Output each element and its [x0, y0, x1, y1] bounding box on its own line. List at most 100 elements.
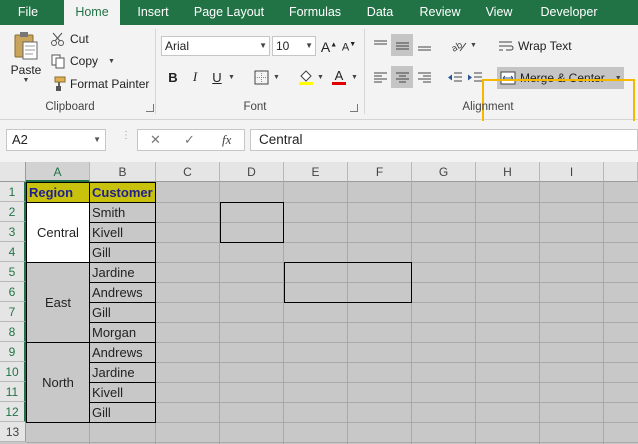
cell-a1[interactable]: Region	[26, 182, 90, 203]
bordered-range-d2-d3[interactable]	[220, 202, 284, 243]
copy-button[interactable]: Copy ▼	[50, 51, 115, 71]
formula-buttons: ✕ ✓ fx	[137, 129, 245, 151]
row-header-8[interactable]: 8	[0, 322, 26, 342]
font-color-button[interactable]: A	[328, 66, 350, 88]
copy-icon	[51, 54, 65, 69]
wrap-text-icon	[499, 41, 514, 51]
column-header-f[interactable]: F	[348, 162, 412, 182]
underline-dropdown-icon[interactable]: ▼	[228, 74, 235, 81]
fill-color-button[interactable]	[295, 66, 317, 88]
row-header-12[interactable]: 12	[0, 402, 26, 422]
cell-b9[interactable]: Andrews	[89, 342, 156, 363]
row-header-5[interactable]: 5	[0, 262, 26, 282]
chevron-down-icon: ▼	[305, 41, 313, 50]
wrap-text-button[interactable]: Wrap Text	[498, 36, 572, 56]
underline-button[interactable]: U	[206, 66, 228, 88]
cell-b5[interactable]: Jardine	[89, 262, 156, 283]
cell-b12[interactable]: Gill	[89, 402, 156, 423]
bottom-align-button[interactable]	[413, 34, 435, 56]
tab-review[interactable]: Review	[414, 0, 466, 25]
cell-b4[interactable]: Gill	[89, 242, 156, 263]
cell-b8[interactable]: Morgan	[89, 322, 156, 343]
row-header-3[interactable]: 3	[0, 222, 26, 242]
format-painter-button[interactable]: Format Painter	[50, 74, 149, 94]
paste-button[interactable]: Paste ▼	[8, 31, 44, 93]
font-color-dropdown-icon[interactable]: ▼	[351, 74, 358, 81]
tab-data[interactable]: Data	[361, 0, 399, 25]
align-left-button[interactable]	[369, 66, 391, 88]
font-launcher-icon[interactable]	[350, 104, 358, 112]
enter-icon[interactable]: ✓	[184, 132, 195, 148]
bordered-range-e5-f6[interactable]	[284, 262, 412, 303]
italic-button[interactable]: I	[184, 66, 206, 88]
formula-input[interactable]: Central	[250, 129, 638, 151]
tab-formulas[interactable]: Formulas	[283, 0, 347, 25]
cell-b10[interactable]: Jardine	[89, 362, 156, 383]
row-header-6[interactable]: 6	[0, 282, 26, 302]
row-header-10[interactable]: 10	[0, 362, 26, 382]
row-header-11[interactable]: 11	[0, 382, 26, 402]
row-header-4[interactable]: 4	[0, 242, 26, 262]
row-header-13[interactable]: 13	[0, 422, 26, 442]
cell-b1[interactable]: Customer	[89, 182, 156, 203]
tab-developer[interactable]: Developer	[533, 0, 605, 25]
group-divider	[155, 29, 156, 114]
borders-button[interactable]	[250, 66, 272, 88]
worksheet-grid[interactable]: A B C D E F G H I 1 2 3 4 5 6 7 8 9 10 1…	[0, 162, 638, 444]
paste-dropdown-icon[interactable]: ▼	[23, 77, 30, 84]
cell-a5-merged[interactable]: East	[26, 262, 90, 343]
row-header-7[interactable]: 7	[0, 302, 26, 322]
borders-dropdown-icon[interactable]: ▼	[273, 74, 280, 81]
clipboard-launcher-icon[interactable]	[146, 104, 154, 112]
shrink-font-button[interactable]: A▼	[338, 36, 360, 58]
column-header-b[interactable]: B	[90, 162, 156, 182]
paste-icon	[14, 32, 38, 60]
align-center-icon	[395, 72, 409, 82]
tab-view[interactable]: View	[480, 0, 518, 25]
font-name-combo[interactable]: Arial ▼	[161, 36, 270, 56]
cell-b2[interactable]: Smith	[89, 202, 156, 223]
copy-dropdown-icon[interactable]: ▼	[108, 58, 115, 65]
column-header-blank[interactable]	[604, 162, 638, 182]
middle-align-button[interactable]	[391, 34, 413, 56]
bold-button[interactable]: B	[162, 66, 184, 88]
cell-a2-merged[interactable]: Central	[26, 202, 90, 263]
tab-home[interactable]: Home	[64, 0, 120, 25]
cut-button[interactable]: Cut	[50, 29, 89, 49]
formula-value: Central	[259, 132, 303, 147]
cell-b11[interactable]: Kivell	[89, 382, 156, 403]
copy-label: Copy	[70, 54, 99, 68]
column-header-a[interactable]: A	[26, 162, 90, 182]
column-header-e[interactable]: E	[284, 162, 348, 182]
column-header-c[interactable]: C	[156, 162, 220, 182]
font-size-combo[interactable]: 10 ▼	[272, 36, 316, 56]
grow-font-button[interactable]: A▲	[318, 36, 340, 58]
select-all-button[interactable]	[0, 162, 26, 182]
column-header-d[interactable]: D	[220, 162, 284, 182]
top-align-button[interactable]	[369, 34, 391, 56]
formula-bar-grip-icon: ⋮	[121, 130, 131, 141]
cell-b6[interactable]: Andrews	[89, 282, 156, 303]
cancel-icon[interactable]: ✕	[150, 132, 161, 148]
tab-insert[interactable]: Insert	[128, 0, 178, 25]
column-header-g[interactable]: G	[412, 162, 476, 182]
orientation-button[interactable]: ab	[447, 34, 469, 56]
orientation-dropdown-icon[interactable]: ▼	[470, 42, 477, 49]
column-header-i[interactable]: I	[540, 162, 604, 182]
cell-b3[interactable]: Kivell	[89, 222, 156, 243]
column-header-h[interactable]: H	[476, 162, 540, 182]
row-header-1[interactable]: 1	[0, 182, 26, 202]
fill-color-dropdown-icon[interactable]: ▼	[317, 74, 324, 81]
align-center-button[interactable]	[391, 66, 413, 88]
row-header-9[interactable]: 9	[0, 342, 26, 362]
name-box[interactable]: A2 ▼	[6, 129, 106, 151]
align-right-button[interactable]	[413, 66, 435, 88]
tab-page-layout[interactable]: Page Layout	[190, 0, 268, 25]
decrease-indent-button[interactable]	[444, 66, 466, 88]
cell-a9-merged[interactable]: North	[26, 342, 90, 423]
tab-file[interactable]: File	[8, 0, 48, 25]
row-header-2[interactable]: 2	[0, 202, 26, 222]
cell-b7[interactable]: Gill	[89, 302, 156, 323]
insert-function-icon[interactable]: fx	[222, 132, 231, 148]
fill-bucket-icon	[299, 70, 313, 85]
